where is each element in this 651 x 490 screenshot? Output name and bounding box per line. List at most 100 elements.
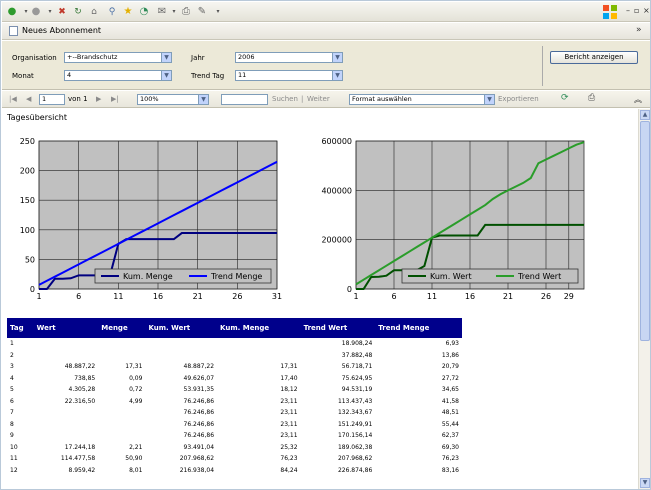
table-cell: 207.968,62 — [337, 455, 373, 463]
table-cell: 4.305,28 — [68, 386, 96, 394]
jahr-value: 2006 — [238, 53, 255, 61]
search-icon[interactable]: ⚲ — [106, 6, 118, 18]
x-tick-label: 11 — [427, 292, 437, 301]
previous-page-icon[interactable]: ◀ — [26, 95, 31, 103]
chevron-down-icon[interactable]: ▼ — [198, 95, 208, 104]
print-icon[interactable]: ⎙ — [180, 6, 192, 18]
table-cell: 27,72 — [441, 374, 459, 382]
search-link[interactable]: Suchen — [272, 95, 298, 103]
edit-icon[interactable]: ✎ — [196, 6, 208, 18]
document-icon — [9, 26, 18, 36]
forward-dropdown-icon[interactable]: ▾ — [44, 6, 56, 18]
format-select[interactable]: Format auswählen ▼ — [349, 94, 495, 105]
table-cell: 12 — [10, 466, 18, 474]
table-cell — [34, 419, 99, 431]
table-cell: 75.624,95 — [341, 374, 373, 382]
report-button[interactable]: Bericht anzeigen — [550, 51, 638, 64]
table-cell: 76.246,86 — [183, 397, 215, 405]
refresh-report-icon[interactable]: ⟳ — [561, 93, 569, 103]
last-page-icon[interactable]: ▶| — [111, 95, 119, 103]
organisation-select[interactable]: +--Brandschutz ▼ — [64, 52, 172, 63]
legend-label: Kum. Menge — [123, 272, 173, 281]
forward-icon[interactable]: ● — [30, 6, 42, 18]
y-tick-label: 0 — [30, 285, 35, 294]
table-header-wert: Wert — [33, 318, 99, 338]
minimize-icon[interactable]: – — [626, 6, 630, 15]
x-tick-label: 1 — [36, 292, 41, 301]
vertical-scrollbar[interactable]: ▲ ▼ — [638, 109, 650, 489]
next-page-icon[interactable]: ▶ — [96, 95, 101, 103]
page-number-input[interactable]: 1 — [39, 94, 65, 105]
x-tick-label: 1 — [353, 292, 358, 301]
table-cell: 8,01 — [129, 466, 143, 474]
table-cell: 18.908,24 — [341, 340, 373, 348]
table-cell — [217, 338, 301, 350]
table-cell: 11 — [10, 455, 18, 463]
y-tick-label: 200000 — [321, 236, 352, 245]
history-icon[interactable]: ◔ — [138, 6, 150, 18]
favorites-icon[interactable]: ★ — [122, 6, 134, 18]
x-tick-label: 11 — [113, 292, 123, 301]
table-cell: 76.246,86 — [183, 409, 215, 417]
table-row: 12 8.959,42 8,01 216.938,04 84,24 226.874,86 8… — [7, 465, 462, 477]
table-cell: 4,99 — [129, 397, 143, 405]
monat-select[interactable]: 4 ▼ — [64, 70, 172, 81]
x-tick-label: 26 — [232, 292, 242, 301]
table-cell: 10 — [10, 443, 18, 451]
chevron-down-icon[interactable]: ▼ — [161, 71, 171, 80]
table-cell: 6,93 — [445, 340, 459, 348]
table-cell: 23,11 — [280, 409, 298, 417]
table-row: 8 76.246,86 23,11 151.249,91 55,44 — [7, 419, 462, 431]
chevron-down-icon[interactable]: ▼ — [332, 53, 342, 62]
first-page-icon[interactable]: |◀ — [9, 95, 17, 103]
table-header-trend-menge: Trend Menge — [375, 318, 462, 338]
search-separator: | — [301, 95, 304, 103]
table-cell: 93.491,04 — [183, 443, 215, 451]
table-row: 5 4.305,28 0,72 53.931,35 18,12 94.531,19 34,6… — [7, 384, 462, 396]
next-link[interactable]: Weiter — [307, 95, 330, 103]
close-icon[interactable]: × — [643, 6, 650, 15]
refresh-icon[interactable]: ↻ — [72, 6, 84, 18]
legend-label: Trend Menge — [210, 272, 262, 281]
table-cell: 5 — [10, 386, 14, 394]
table-cell — [145, 338, 217, 350]
table-cell: 76.246,86 — [183, 420, 215, 428]
table-cell: 738,85 — [74, 374, 96, 382]
mail-icon[interactable]: ✉ — [156, 6, 168, 18]
search-input[interactable] — [221, 94, 268, 105]
stop-icon[interactable]: ✖ — [56, 6, 68, 18]
table-cell — [98, 338, 145, 350]
scroll-thumb[interactable] — [640, 121, 650, 341]
table-cell: 17.244,18 — [64, 443, 96, 451]
table-row: 1 18.908,24 6,93 — [7, 338, 462, 350]
page-title-bar: Neues Abonnement » — [2, 23, 650, 40]
chevron-down-icon[interactable]: ▼ — [161, 53, 171, 62]
collapse-icon[interactable]: ︽ — [634, 94, 642, 105]
print-report-icon[interactable]: ⎙ — [588, 93, 595, 103]
chevron-down-icon[interactable]: ▼ — [484, 95, 494, 104]
table-cell: 3 — [10, 363, 14, 371]
zoom-select[interactable]: 100% ▼ — [137, 94, 209, 105]
table-header-menge: Menge — [98, 318, 146, 338]
y-tick-label: 100 — [20, 226, 35, 235]
home-icon[interactable]: ⌂ — [88, 6, 100, 18]
scroll-up-icon[interactable]: ▲ — [640, 110, 650, 120]
table-cell: 62,37 — [441, 432, 459, 440]
chevrons-down-icon[interactable]: » — [636, 25, 642, 35]
export-link[interactable]: Exportieren — [498, 95, 539, 103]
table-cell: 55,44 — [441, 420, 459, 428]
table-cell: 17,31 — [125, 363, 143, 371]
trend-tag-select[interactable]: 11 ▼ — [235, 70, 343, 81]
edit-dropdown-icon[interactable]: ▾ — [212, 6, 224, 18]
table-cell: 0,72 — [129, 386, 143, 394]
y-tick-label: 400000 — [321, 186, 352, 195]
jahr-select[interactable]: 2006 ▼ — [235, 52, 343, 63]
table-row: 4 738,85 0,09 49.626,07 17,40 75.624,95 27,72 — [7, 373, 462, 385]
table-cell: 50,90 — [125, 455, 143, 463]
mail-dropdown-icon[interactable]: ▾ — [168, 6, 180, 18]
restore-icon[interactable]: ▫ — [634, 6, 639, 15]
scroll-down-icon[interactable]: ▼ — [640, 478, 650, 488]
back-icon[interactable]: ● — [6, 6, 18, 18]
chevron-down-icon[interactable]: ▼ — [332, 71, 342, 80]
table-header-kum-wert: Kum. Wert — [145, 318, 218, 338]
